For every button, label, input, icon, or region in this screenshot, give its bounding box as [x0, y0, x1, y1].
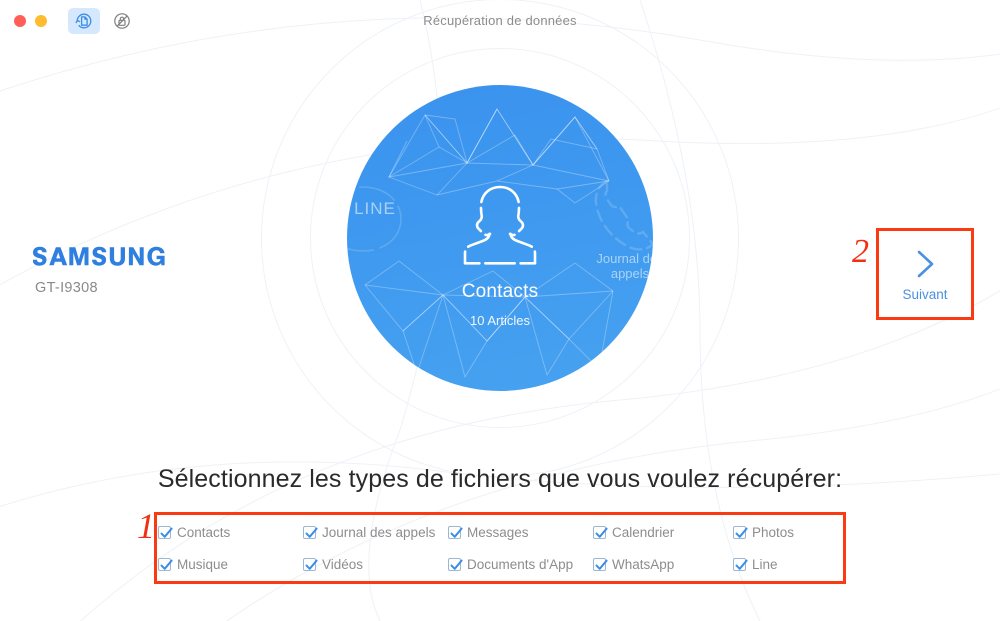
person-icon: [463, 185, 537, 265]
checkbox-icon[interactable]: [303, 557, 318, 571]
line-app-ghost-icon: [347, 186, 402, 252]
file-type-label: Contacts: [177, 524, 231, 540]
device-info: GT-I9308: [33, 246, 175, 296]
file-type-label: WhatsApp: [612, 556, 675, 572]
checkbox-icon[interactable]: [158, 525, 173, 539]
file-type-checkbox[interactable]: WhatsApp: [593, 557, 733, 572]
checkbox-icon[interactable]: [733, 557, 748, 571]
file-type-label: Musique: [177, 556, 229, 572]
file-type-checkbox[interactable]: Musique: [158, 557, 303, 572]
category-hero: LINE Journal des appels Contacts: [195, 0, 805, 477]
category-title: Contacts: [461, 281, 539, 302]
file-type-label: Vidéos: [322, 556, 364, 572]
file-type-label: Calendrier: [612, 524, 675, 540]
call-log-ghost-label-line1: Journal des: [596, 251, 653, 266]
file-type-checkbox[interactable]: Calendrier: [593, 525, 733, 540]
file-type-checkbox[interactable]: Journal des appels: [303, 525, 448, 540]
file-type-checkbox[interactable]: Photos: [733, 525, 842, 540]
call-log-ghost-label-line2: appels: [610, 266, 650, 281]
page-title: Sélectionnez les types de fichiers que v…: [157, 465, 843, 493]
file-type-label: Line: [752, 556, 778, 572]
checkbox-icon[interactable]: [593, 525, 608, 539]
call-log-ghost-icon: [594, 179, 653, 251]
file-type-checkbox[interactable]: Contacts: [158, 525, 303, 540]
device-model: GT-I9308: [35, 280, 98, 296]
checkbox-icon[interactable]: [448, 525, 463, 539]
file-type-label: Documents d'App: [467, 556, 574, 572]
file-type-label: Messages: [467, 524, 529, 540]
line-ghost-label: LINE: [354, 199, 396, 218]
checkbox-icon[interactable]: [303, 525, 318, 539]
svg-text:1: 1: [137, 506, 155, 546]
selected-category-disc[interactable]: LINE Journal des appels Contacts: [347, 85, 653, 391]
checkbox-icon[interactable]: [733, 525, 748, 539]
app-window: Récupération de données GT-I9308 LINE Jo…: [0, 0, 1000, 621]
file-type-checkbox[interactable]: Documents d'App: [448, 557, 593, 572]
file-type-list: Contacts Journal des appels Messages Calend…: [158, 516, 842, 580]
file-type-checkbox[interactable]: Messages: [448, 525, 593, 540]
category-count: 10 Articles: [470, 313, 530, 328]
annotation-number-2: 2: [851, 232, 870, 271]
file-type-checkbox[interactable]: Line: [733, 557, 842, 572]
next-button[interactable]: Suivant: [876, 228, 974, 320]
checkbox-icon[interactable]: [448, 557, 463, 571]
chevron-right-icon: [917, 250, 934, 277]
svg-text:2: 2: [852, 233, 869, 270]
file-type-checkbox[interactable]: Vidéos: [303, 557, 448, 572]
file-type-label: Journal des appels: [322, 524, 436, 540]
checkbox-icon[interactable]: [158, 557, 173, 571]
file-type-label: Photos: [752, 524, 795, 540]
call-log-ghost-label: Journal des appels: [591, 251, 653, 281]
samsung-logo: [33, 246, 165, 266]
checkbox-icon[interactable]: [593, 557, 608, 571]
next-button-label: Suivant: [902, 286, 948, 302]
next-button-area: 2 Suivant: [851, 228, 974, 320]
